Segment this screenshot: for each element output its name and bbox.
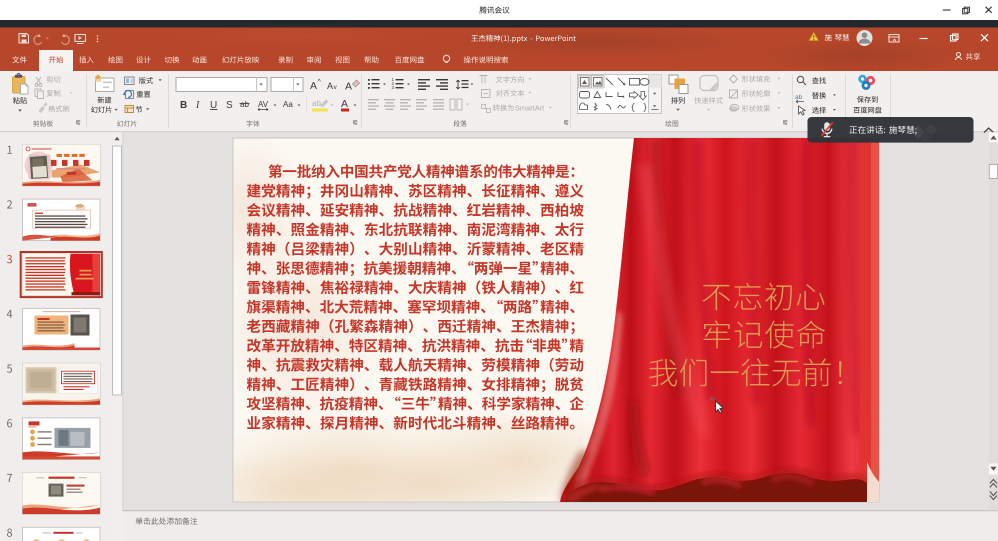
- svg-text:S: S: [226, 100, 233, 111]
- svg-text:A: A: [345, 81, 352, 93]
- svg-text:Aa: Aa: [283, 100, 293, 109]
- svg-text:I: I: [195, 100, 200, 111]
- svg-text:ab: ab: [312, 99, 321, 108]
- svg-text:A: A: [310, 80, 317, 92]
- svg-text:ab: ab: [795, 94, 803, 101]
- svg-text:A: A: [327, 81, 333, 91]
- svg-text:B: B: [180, 100, 187, 111]
- svg-text:SmartArt: SmartArt: [515, 104, 544, 113]
- svg-text:ab: ab: [240, 100, 249, 109]
- svg-text:AV: AV: [258, 100, 269, 109]
- svg-text:A: A: [341, 98, 348, 110]
